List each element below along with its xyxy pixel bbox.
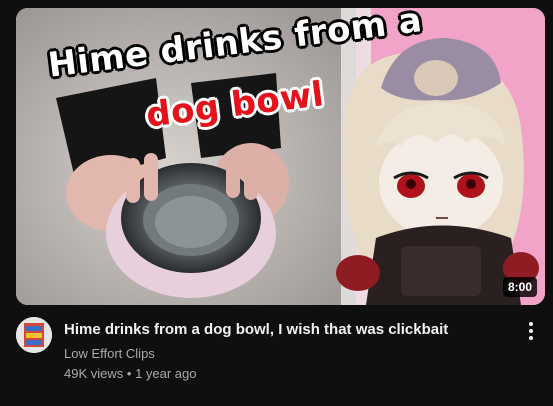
more-dot: [529, 322, 533, 326]
more-dot: [529, 336, 533, 340]
more-vert-icon[interactable]: [519, 319, 543, 343]
channel-avatar[interactable]: [16, 317, 52, 353]
video-details: Hime drinks from a dog bowl, I wish that…: [16, 317, 545, 397]
video-stats: 49K views • 1 year ago: [64, 365, 197, 383]
more-dot: [529, 329, 533, 333]
thumbnail-image: [16, 8, 545, 305]
video-thumbnail[interactable]: Hime drinks from a dog bowl 8:00: [16, 8, 545, 305]
video-title[interactable]: Hime drinks from a dog bowl, I wish that…: [64, 320, 504, 340]
channel-avatar-image: [16, 317, 52, 353]
upload-age: 1 year ago: [135, 366, 197, 381]
view-count: 49K views: [64, 366, 124, 381]
duration-badge: 8:00: [502, 277, 537, 297]
stats-separator: •: [126, 366, 132, 381]
channel-name[interactable]: Low Effort Clips: [64, 345, 155, 363]
